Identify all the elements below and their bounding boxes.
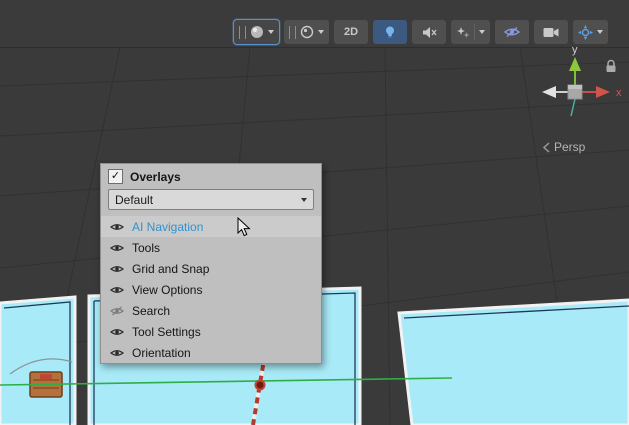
menu-item-search[interactable]: Search (101, 300, 321, 321)
eye-icon[interactable] (110, 222, 124, 232)
dropdown-caret-icon (301, 198, 307, 202)
audio-muted-icon (422, 26, 437, 39)
axis-y-cone[interactable] (569, 57, 581, 71)
preset-value: Default (115, 193, 153, 207)
view-mode-group[interactable] (284, 20, 329, 44)
dropdown-caret-icon[interactable] (597, 30, 603, 34)
dropdown-caret-icon[interactable] (318, 30, 324, 34)
bench-detail (40, 374, 52, 379)
menu-item-ai-navigation[interactable]: AI Navigation (101, 216, 321, 237)
lighting-toggle-button[interactable] (373, 20, 407, 44)
scene-toolbar: 2D (234, 18, 608, 46)
overlays-checkbox[interactable]: ✓ (108, 169, 123, 184)
drag-handle-icon[interactable] (289, 26, 296, 39)
scene-visibility-button[interactable] (495, 20, 529, 44)
camera-icon (543, 27, 559, 38)
2d-label: 2D (344, 26, 358, 38)
eye-icon[interactable] (110, 243, 124, 253)
eye-slash-icon (504, 26, 520, 38)
effects-sparkles-icon (456, 26, 470, 39)
shaded-sphere-icon (250, 25, 264, 39)
overlays-title: Overlays (130, 170, 181, 184)
room-right (399, 300, 629, 425)
menu-item-orientation[interactable]: Orientation (101, 342, 321, 363)
drag-handle-icon[interactable] (239, 26, 246, 39)
menu-item-label: Grid and Snap (132, 262, 209, 276)
lock-icon[interactable] (605, 59, 617, 73)
overlays-header: ✓ Overlays (101, 164, 321, 188)
menu-item-view-options[interactable]: View Options (101, 279, 321, 300)
draw-mode-group[interactable] (234, 20, 279, 44)
projection-toggle[interactable]: Persp (543, 140, 585, 154)
menu-item-grid-and-snap[interactable]: Grid and Snap (101, 258, 321, 279)
preset-dropdown[interactable]: Default (108, 189, 314, 210)
nav-path-node (256, 381, 265, 390)
divider (474, 24, 475, 40)
menu-item-label: Tool Settings (132, 325, 201, 339)
2d-toggle-button[interactable]: 2D (334, 20, 368, 44)
effects-group[interactable] (451, 20, 490, 44)
camera-button[interactable] (534, 20, 568, 44)
dropdown-caret-icon[interactable] (268, 30, 274, 34)
eye-icon[interactable] (110, 264, 124, 274)
sphere-outline-icon (300, 25, 314, 39)
menu-item-label: Tools (132, 241, 160, 255)
chevron-left-icon (543, 142, 550, 153)
mouse-cursor-icon (237, 217, 252, 238)
lightbulb-icon (383, 25, 397, 39)
gizmo-target-icon (578, 25, 593, 40)
axis-x-cone[interactable] (596, 86, 610, 98)
dropdown-caret-icon[interactable] (479, 30, 485, 34)
menu-item-label: Orientation (132, 346, 191, 360)
audio-toggle-button[interactable] (412, 20, 446, 44)
axis-negy-stub[interactable] (571, 99, 575, 116)
gizmo-dropdown-group[interactable] (573, 20, 608, 44)
unity-scene-view: { "toolbar": { "label_2d": "2D" }, "axis… (0, 0, 629, 425)
menu-item-label: AI Navigation (132, 220, 203, 234)
projection-label: Persp (554, 140, 585, 154)
orientation-gizmo[interactable]: y x (527, 40, 627, 130)
overlays-menu: ✓ Overlays Default AI Navigation Tools G… (100, 163, 322, 364)
menu-item-label: Search (132, 304, 170, 318)
axis-x-label: x (616, 87, 622, 99)
menu-item-tools[interactable]: Tools (101, 237, 321, 258)
eye-icon[interactable] (110, 285, 124, 295)
menu-item-label: View Options (132, 283, 202, 297)
eye-off-icon[interactable] (110, 306, 124, 316)
axis-negx-cone[interactable] (542, 86, 556, 98)
menu-item-tool-settings[interactable]: Tool Settings (101, 321, 321, 342)
eye-icon[interactable] (110, 327, 124, 337)
eye-icon[interactable] (110, 348, 124, 358)
